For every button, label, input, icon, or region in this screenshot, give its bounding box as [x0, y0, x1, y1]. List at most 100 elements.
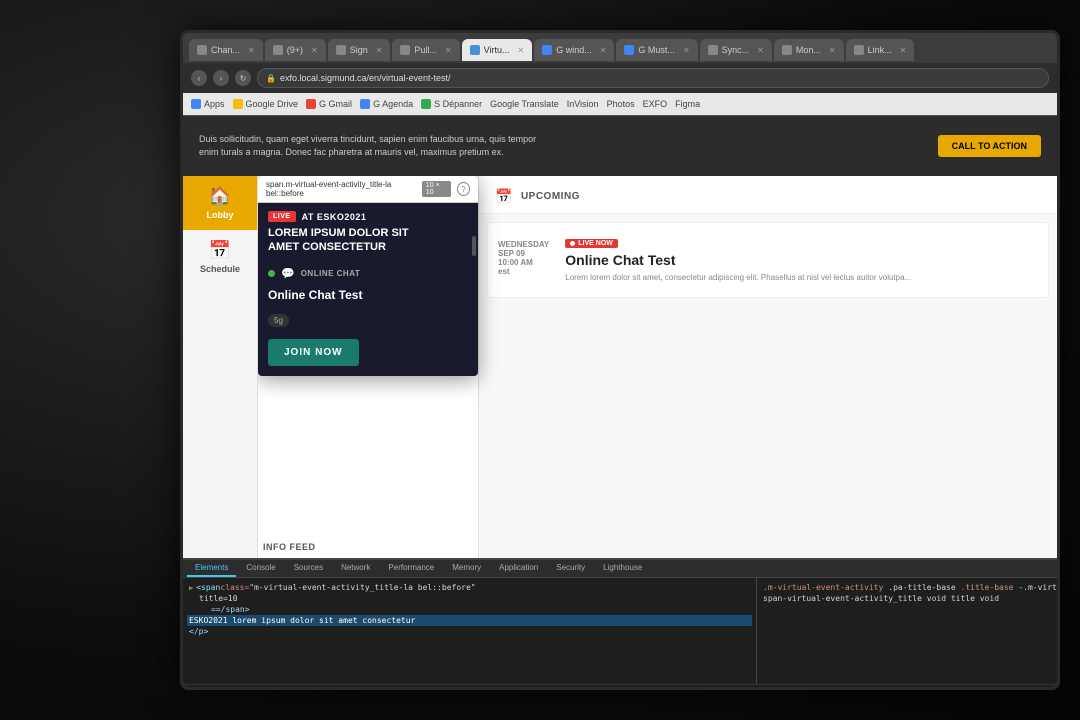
- apps-icon: [191, 99, 201, 109]
- main-layout: 🏠 Lobby 📅 Schedule span.m-virtual-event-…: [183, 176, 1057, 558]
- sidebar-item-lobby[interactable]: 🏠 Lobby: [183, 176, 257, 230]
- bookmark-gdrive[interactable]: Google Drive: [233, 99, 299, 109]
- tab-mon[interactable]: Mon... ✕: [774, 39, 844, 61]
- event-title: Online Chat Test: [565, 252, 1038, 268]
- url-text: exfo.local.sigmund.ca/en/virtual-event-t…: [280, 73, 451, 83]
- at-label: AT ESKO2021: [302, 212, 367, 222]
- right-panel: 📅 UPCOMING WEDNESDAY SEP 09 10:00 AM est: [478, 176, 1057, 558]
- devtools-panel: Elements Console Sources Network Perform…: [183, 558, 1057, 688]
- tab-bar: Chan... ✕ (9+) ✕ Sign ✕ Pull... ✕ Virtu.…: [183, 33, 1057, 63]
- tab-chan[interactable]: Chan... ✕: [189, 39, 263, 61]
- devtools-tab-sources[interactable]: Sources: [286, 560, 331, 577]
- tab-9[interactable]: (9+) ✕: [265, 39, 326, 61]
- devtools-content: ▶ <span class= "m-virtual-event-activity…: [183, 578, 1057, 684]
- sidebar-label-schedule: Schedule: [200, 264, 240, 274]
- devtools-tab-application[interactable]: Application: [491, 560, 546, 577]
- monitor-frame: Chan... ✕ (9+) ✕ Sign ✕ Pull... ✕ Virtu.…: [180, 30, 1060, 690]
- tab-wind[interactable]: G wind... ✕: [534, 39, 614, 61]
- back-button[interactable]: ‹: [191, 70, 207, 86]
- gmail-icon: [306, 99, 316, 109]
- address-bar-row: ‹ › ↻ 🔒 exfo.local.sigmund.ca/en/virtual…: [183, 63, 1057, 93]
- live-dot: [570, 241, 575, 246]
- devtools-tab-security[interactable]: Security: [548, 560, 593, 577]
- event-description: Lorem lorem dolor sit amet, consectetur …: [565, 272, 1038, 283]
- agenda-icon: [360, 99, 370, 109]
- tab-favicon: [273, 45, 283, 55]
- help-icon[interactable]: ?: [457, 182, 470, 196]
- tab-must[interactable]: G Must... ✕: [616, 39, 697, 61]
- tab-favicon: [336, 45, 346, 55]
- reload-button[interactable]: ↻: [235, 70, 251, 86]
- main-content: span.m-virtual-event-activity_title-la b…: [258, 176, 1057, 558]
- tooltip-badge: 10 × 10: [422, 181, 451, 197]
- bookmark-depanner[interactable]: S Dépanner: [421, 99, 482, 109]
- tab-favicon: [400, 45, 410, 55]
- devtools-tab-lighthouse[interactable]: Lighthouse: [595, 560, 650, 577]
- cta-button[interactable]: CALL TO ACTION: [938, 135, 1041, 157]
- sidebar-label-lobby: Lobby: [207, 210, 234, 220]
- calendar-icon: 📅: [209, 240, 231, 261]
- event-card: WEDNESDAY SEP 09 10:00 AM est LIVE NOW: [487, 222, 1049, 298]
- devtools-tab-memory[interactable]: Memory: [444, 560, 489, 577]
- upcoming-header: 📅 UPCOMING: [479, 176, 1057, 214]
- upcoming-label: UPCOMING: [521, 191, 580, 202]
- info-feed-label: INFO FEED: [263, 542, 316, 552]
- tab-sync[interactable]: Sync... ✕: [700, 39, 772, 61]
- bookmarks-bar: Apps Google Drive G Gmail G Agenda S Dép…: [183, 93, 1057, 115]
- sidebar: 🏠 Lobby 📅 Schedule: [183, 176, 258, 558]
- bookmark-translate[interactable]: Google Translate: [490, 99, 559, 109]
- devtools-status: html body div.d-m-container d.d-m-virtua…: [183, 684, 1057, 688]
- tab-favicon: [624, 45, 634, 55]
- online-chat-row: 💬 ONLINE CHAT: [258, 261, 478, 286]
- event-date-row: WEDNESDAY SEP 09 10:00 AM est LIVE NOW: [498, 233, 1038, 283]
- tab-favicon: [542, 45, 552, 55]
- browser-chrome: Chan... ✕ (9+) ✕ Sign ✕ Pull... ✕ Virtu.…: [183, 33, 1057, 116]
- dom-line: title=10: [187, 593, 752, 604]
- devtools-tab-network[interactable]: Network: [333, 560, 378, 577]
- join-now-button[interactable]: JOIN NOW: [268, 339, 359, 366]
- tab-favicon: [197, 45, 207, 55]
- bookmark-exfo[interactable]: EXFO: [643, 99, 668, 109]
- depanner-icon: [421, 99, 431, 109]
- online-indicator: [268, 270, 275, 277]
- tab-pull[interactable]: Pull... ✕: [392, 39, 459, 61]
- tab-sign[interactable]: Sign ✕: [328, 39, 391, 61]
- live-badge: LIVE: [268, 211, 296, 222]
- lock-icon: 🔒: [266, 74, 276, 83]
- tab-virtual[interactable]: Virtu... ✕: [462, 39, 533, 61]
- scroll-indicator: [472, 236, 476, 256]
- sidebar-item-schedule[interactable]: 📅 Schedule: [183, 230, 257, 284]
- devtools-styles: .m-virtual-event-activity .pa-title-base…: [757, 578, 1057, 684]
- activity-popup: span.m-virtual-event-activity_title-la b…: [258, 176, 478, 376]
- dev-tooltip: span.m-virtual-event-activity_title-la b…: [258, 176, 478, 203]
- tab-link[interactable]: Link... ✕: [846, 39, 915, 61]
- upcoming-icon: 📅: [495, 188, 513, 205]
- style-line: span-virtual-event-activity_title void t…: [761, 593, 1053, 604]
- live-now-badge: LIVE NOW: [565, 239, 618, 248]
- devtools-tab-performance[interactable]: Performance: [380, 560, 442, 577]
- site-header: Duis sollicitudin, quam eget viverra tin…: [183, 116, 1057, 176]
- bookmark-apps[interactable]: Apps: [191, 99, 225, 109]
- bookmark-photos[interactable]: Photos: [607, 99, 635, 109]
- dom-line-selected[interactable]: ESKO2021 lorem ipsum dolor sit amet cons…: [187, 615, 752, 626]
- activity-title: LOREM IPSUM DOLOR SIT AMET CONSECTETUR: [258, 224, 478, 261]
- chat-icon: 💬: [281, 267, 295, 280]
- devtools-tab-elements[interactable]: Elements: [187, 560, 236, 577]
- home-icon: 🏠: [209, 186, 231, 207]
- dom-line: ▶ <span class= "m-virtual-event-activity…: [187, 582, 752, 593]
- tab-favicon: [782, 45, 792, 55]
- address-bar[interactable]: 🔒 exfo.local.sigmund.ca/en/virtual-event…: [257, 68, 1049, 88]
- bookmark-invision[interactable]: InVision: [567, 99, 599, 109]
- dom-line: ==/span>: [187, 604, 752, 615]
- tab-favicon: [470, 45, 480, 55]
- forward-button[interactable]: ›: [213, 70, 229, 86]
- bookmark-agenda[interactable]: G Agenda: [360, 99, 413, 109]
- devtools-tab-console[interactable]: Console: [238, 560, 283, 577]
- style-line: .m-virtual-event-activity .pa-title-base…: [761, 582, 1053, 593]
- tab-favicon: [854, 45, 864, 55]
- bookmark-figma[interactable]: Figma: [675, 99, 700, 109]
- devtools-dom: ▶ <span class= "m-virtual-event-activity…: [183, 578, 757, 684]
- attendee-count: 5g: [268, 314, 289, 327]
- bookmark-gmail[interactable]: G Gmail: [306, 99, 352, 109]
- gdrive-icon: [233, 99, 243, 109]
